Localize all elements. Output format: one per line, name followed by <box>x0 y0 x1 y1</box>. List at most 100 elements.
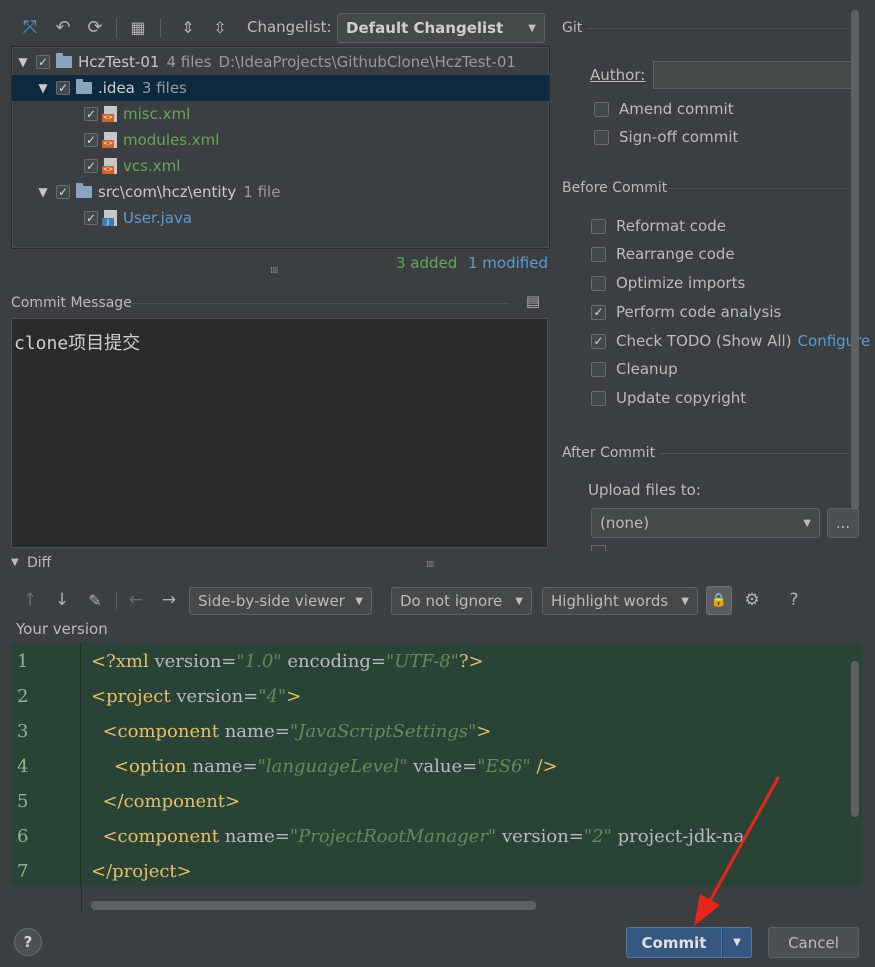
file-checkbox[interactable]: ✓ <box>84 107 98 121</box>
optimize-imports-checkbox[interactable]: Optimize imports <box>591 274 745 292</box>
code-line: <option name="languageLevel" value="ES6"… <box>113 756 558 777</box>
expand-arrow-icon[interactable]: ▼ <box>36 81 50 95</box>
toolbar-separator <box>160 18 161 38</box>
lock-scrolling-button[interactable]: 🔒 <box>706 586 732 615</box>
checkbox-box[interactable] <box>591 275 606 291</box>
help-label: ? <box>23 933 33 951</box>
checkbox-box[interactable] <box>594 101 609 117</box>
next-difference-icon[interactable]: ↓ <box>50 589 74 611</box>
commit-history-icon[interactable]: ▤ <box>522 290 544 312</box>
diff-help-icon[interactable]: ? <box>782 589 806 611</box>
commit-label: Commit <box>641 933 707 952</box>
diff-splitter-handle[interactable]: ⁞⁞⁞⁞ <box>426 560 435 570</box>
cancel-button[interactable]: Cancel <box>768 927 859 958</box>
after-commit-title: After Commit <box>562 445 656 461</box>
highlight-mode-dropdown[interactable]: Highlight words ▼ <box>542 587 698 615</box>
changelist-label: Changelist: <box>247 18 332 36</box>
file-name: vcs.xml <box>123 157 181 175</box>
author-input[interactable] <box>653 61 855 89</box>
gear-icon[interactable]: ⚙ <box>740 589 764 611</box>
diff-collapse-icon[interactable]: ▼ <box>11 557 19 568</box>
signoff-commit-checkbox[interactable]: Sign-off commit <box>594 128 738 146</box>
perform-code-analysis-checkbox[interactable]: ✓ Perform code analysis <box>591 303 781 321</box>
changelist-value: Default Changelist <box>346 19 504 37</box>
checkbox-box[interactable] <box>594 129 609 145</box>
commit-options-button[interactable]: ▼ <box>722 927 752 958</box>
tree-row-file[interactable]: ✓ misc.xml <box>12 101 549 127</box>
expand-all-icon[interactable]: ⇕ <box>176 16 200 38</box>
group-by-icon[interactable]: ▦ <box>126 16 150 38</box>
tree-row-file[interactable]: ✓ vcs.xml <box>12 153 549 179</box>
code-line: <?xml version="1.0" encoding="UTF-8"?> <box>91 651 484 672</box>
commit-message-input[interactable]: clone项目提交 <box>11 318 548 548</box>
check-todo-checkbox[interactable]: ✓ Check TODO (Show All) Configure <box>591 332 870 350</box>
upload-target-dropdown[interactable]: (none) ▼ <box>591 508 820 538</box>
checkbox-box[interactable] <box>591 361 606 377</box>
tree-row-file[interactable]: ✓ User.java <box>12 205 549 231</box>
idea-count: 3 files <box>141 79 187 97</box>
changelist-dropdown[interactable]: Default Changelist ▼ <box>337 13 545 43</box>
checkbox-box[interactable]: ✓ <box>591 333 606 349</box>
git-section-title: Git <box>562 20 583 36</box>
viewer-mode-dropdown[interactable]: Side-by-side viewer ▼ <box>189 587 372 615</box>
code-vertical-scrollbar[interactable] <box>851 661 859 817</box>
expand-arrow-icon[interactable]: ▼ <box>36 185 50 199</box>
checkbox-box[interactable]: ✓ <box>591 304 606 320</box>
code-line: <component name="JavaScriptSettings"> <box>102 721 492 742</box>
options-scrollbar-thumb[interactable] <box>851 10 859 510</box>
file-checkbox[interactable]: ✓ <box>84 159 98 173</box>
checkbox-box[interactable] <box>591 390 606 406</box>
chevron-down-icon: ▼ <box>355 595 363 607</box>
line-number: 7 <box>17 861 29 882</box>
splitter-handle[interactable]: ⁞⁞⁞⁞ <box>270 266 279 276</box>
code-horizontal-scrollbar[interactable] <box>91 901 536 910</box>
tree-row-root[interactable]: ▼ ✓ HczTest-01 4 files D:\IdeaProjects\G… <box>12 49 549 75</box>
root-checkbox[interactable]: ✓ <box>36 55 50 69</box>
tree-row-idea[interactable]: ▼ ✓ .idea 3 files <box>12 75 549 101</box>
idea-checkbox[interactable]: ✓ <box>56 81 70 95</box>
previous-difference-icon[interactable]: ↑ <box>18 589 42 611</box>
checkbox-label: Cleanup <box>616 360 678 378</box>
help-button[interactable]: ? <box>14 928 42 956</box>
reformat-code-checkbox[interactable]: Reformat code <box>591 217 726 235</box>
back-icon[interactable]: ← <box>124 589 148 611</box>
ignore-mode-dropdown[interactable]: Do not ignore ▼ <box>391 587 532 615</box>
partial-checkbox-box[interactable] <box>591 545 606 551</box>
code-line: <component name="ProjectRootManager" ver… <box>102 826 745 847</box>
edit-source-icon[interactable]: ✎ <box>83 589 107 611</box>
chevron-down-icon: ▼ <box>681 595 689 607</box>
amend-commit-checkbox[interactable]: Amend commit <box>594 100 734 118</box>
move-to-changelist-icon[interactable]: ⤧ <box>18 16 42 38</box>
changes-tree[interactable]: ▼ ✓ HczTest-01 4 files D:\IdeaProjects\G… <box>11 46 550 249</box>
src-count: 1 file <box>243 183 281 201</box>
toolbar-separator <box>116 18 117 38</box>
chevron-down-icon: ▼ <box>515 595 523 607</box>
line-number: 4 <box>17 756 29 777</box>
xml-file-icon <box>102 132 117 148</box>
tree-row-file[interactable]: ✓ modules.xml <box>12 127 549 153</box>
file-name: misc.xml <box>123 105 191 123</box>
viewer-mode-value: Side-by-side viewer <box>198 592 345 610</box>
refresh-icon[interactable]: ⟳ <box>83 16 107 38</box>
update-copyright-checkbox[interactable]: Update copyright <box>591 389 746 407</box>
cleanup-checkbox[interactable]: Cleanup <box>591 360 678 378</box>
src-checkbox[interactable]: ✓ <box>56 185 70 199</box>
collapse-all-icon[interactable]: ⇳ <box>208 16 232 38</box>
rearrange-code-checkbox[interactable]: Rearrange code <box>591 245 735 263</box>
chevron-down-icon: ▼ <box>803 517 811 529</box>
tree-row-src[interactable]: ▼ ✓ src\com\hcz\entity 1 file <box>12 179 549 205</box>
code-gutter-tail <box>11 886 82 913</box>
modified-count: 1 modified <box>468 254 548 272</box>
diff-help-label: ? <box>789 590 799 610</box>
commit-button[interactable]: Commit <box>626 927 722 958</box>
forward-icon[interactable]: → <box>157 589 181 611</box>
checkbox-label: Amend commit <box>619 100 734 118</box>
checkbox-label: Perform code analysis <box>616 303 782 321</box>
checkbox-box[interactable] <box>591 246 606 262</box>
expand-arrow-icon[interactable]: ▼ <box>16 55 30 69</box>
line-number: 2 <box>17 686 29 707</box>
checkbox-box[interactable] <box>591 218 606 234</box>
file-checkbox[interactable]: ✓ <box>84 133 98 147</box>
rollback-icon[interactable]: ↶ <box>51 16 75 38</box>
file-checkbox[interactable]: ✓ <box>84 211 98 225</box>
